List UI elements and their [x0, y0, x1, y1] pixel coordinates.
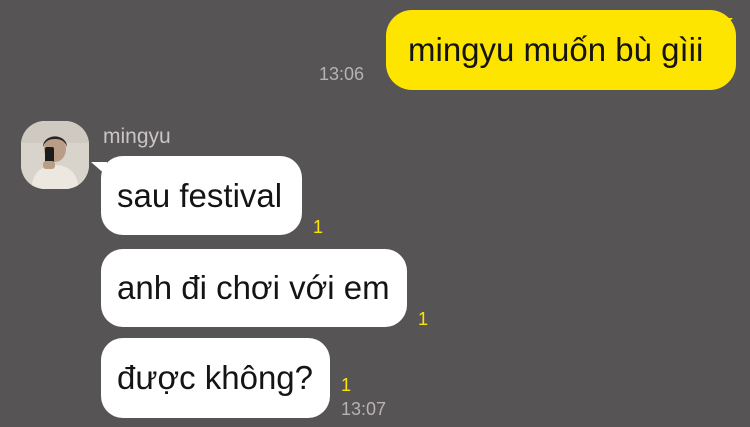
incoming-message-bubble[interactable]: anh đi chơi với em: [101, 249, 407, 327]
message-text: được không?: [117, 359, 314, 396]
message-timestamp: 13:07: [341, 399, 387, 419]
outgoing-message-bubble[interactable]: mingyu muốn bù gìii: [386, 10, 736, 90]
sender-name: mingyu: [103, 125, 171, 148]
unread-count: 1: [341, 375, 352, 395]
message-text: sau festival: [117, 176, 283, 214]
unread-count: 1: [418, 309, 429, 329]
message-text: mingyu muốn bù gìii: [408, 31, 704, 68]
avatar[interactable]: [21, 121, 89, 189]
incoming-message-bubble[interactable]: sau festival: [101, 156, 302, 235]
unread-count: 1: [313, 217, 324, 237]
message-text: anh đi chơi với em: [117, 269, 390, 306]
message-timestamp: 13:06: [319, 64, 365, 84]
profile-photo-icon: [21, 121, 89, 189]
incoming-message-bubble[interactable]: được không?: [101, 338, 330, 418]
